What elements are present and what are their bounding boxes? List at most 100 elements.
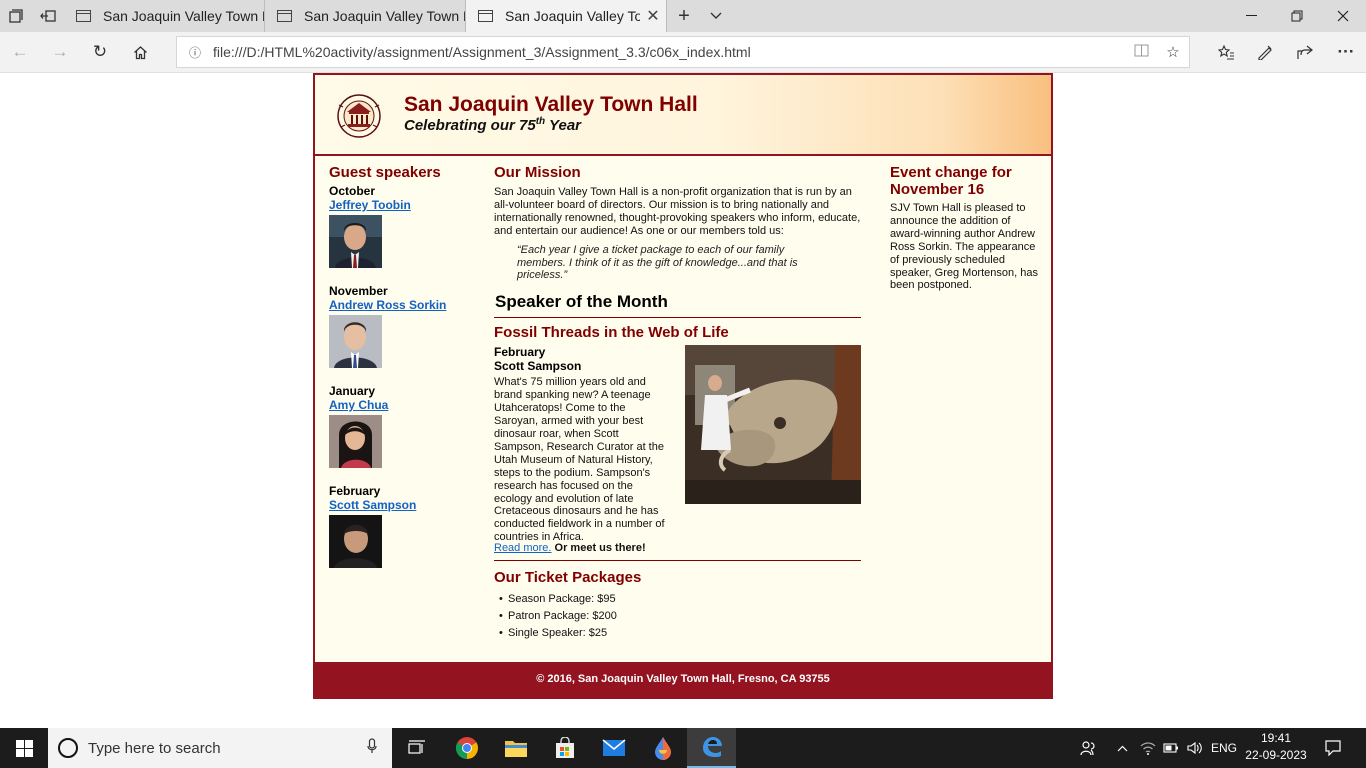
site-footer: © 2016, San Joaquin Valley Town Hall, Fr… [315,662,1051,697]
browser-tab-2[interactable]: San Joaquin Valley Town Ha [265,0,466,32]
close-window-icon[interactable] [1320,0,1366,32]
speaker-item: October Jeffrey Toobin [329,184,479,273]
refresh-icon[interactable]: ↻ [80,32,120,72]
page-icon [277,10,292,22]
speaker-photo[interactable] [329,515,382,568]
guest-speakers-sidebar: Guest speakers October Jeffrey Toobin No… [329,164,479,584]
notification-center-icon[interactable] [1318,728,1348,768]
read-more-line: Read more. Or meet us there! [494,542,646,554]
tab-bar: San Joaquin Valley Town Ha San Joaquin V… [0,0,1366,32]
speaker-link[interactable]: Jeffrey Toobin [329,198,479,212]
page-icon [76,10,91,22]
info-icon[interactable]: ⓘ [177,44,213,61]
home-icon[interactable] [120,32,160,72]
ticket-package-item: Single Speaker: $25 [494,625,861,642]
volume-icon[interactable] [1184,728,1206,768]
mission-text: San Joaquin Valley Town Hall is a non-pr… [494,186,861,237]
paint-drop-icon[interactable] [638,728,687,768]
show-hidden-icons-chevron-icon[interactable] [1112,728,1132,768]
mission-heading: Our Mission [494,164,581,181]
speaker-link[interactable]: Andrew Ross Sorkin [329,298,479,312]
speaker-month: October [329,184,376,198]
tab-actions-icon[interactable] [0,0,32,32]
address-bar[interactable]: ⓘ file:///D:/HTML%20activity/assignment/… [176,36,1190,68]
speaker-of-month-heading: Speaker of the Month [494,292,861,319]
reading-view-icon[interactable] [1125,44,1157,61]
member-quote: “Each year I give a ticket package to ea… [517,243,798,282]
windows-start-icon[interactable] [0,728,48,768]
task-view-icon[interactable] [392,728,441,768]
speaker-link[interactable]: Amy Chua [329,398,479,412]
people-icon[interactable] [1072,728,1104,768]
windows-taskbar: Type here to search ENG 19:41 22-09-2023 [0,728,1366,768]
browser-tab-3-active[interactable]: San Joaquin Valley Town ✕ [466,0,667,32]
favorites-list-icon[interactable] [1206,32,1246,72]
more-menu-icon[interactable]: ··· [1326,32,1366,72]
site-title: San Joaquin Valley Town Hall [404,93,698,116]
page-icon [478,10,493,22]
tagline-number: 75 [519,117,536,134]
speaker-item: February Scott Sampson [329,484,479,573]
chevron-down-icon[interactable] [700,0,732,32]
event-change-text: SJV Town Hall is pleased to announce the… [890,202,1038,292]
speaker-photo[interactable] [329,315,382,368]
taskbar-search-box[interactable]: Type here to search [48,728,392,768]
share-icon[interactable] [1285,32,1325,72]
navigation-bar: ← → ↻ ⓘ file:///D:/HTML%20activity/assig… [0,32,1366,73]
url-text[interactable]: file:///D:/HTML%20activity/assignment/As… [213,44,1125,60]
chrome-icon[interactable] [442,728,491,768]
speaker-item: January Amy Chua [329,384,479,473]
ticket-packages-list: Season Package: $95 Patron Package: $200… [494,591,861,642]
dinosaur-skull-photo [685,345,861,505]
speaker-photo[interactable] [329,215,382,268]
speaker-month: February [329,484,381,498]
battery-icon[interactable] [1161,728,1181,768]
speaker-month: November [329,284,388,298]
tagline-superscript: th [535,116,546,127]
section-divider [494,560,861,562]
favorite-star-icon[interactable]: ☆ [1157,43,1189,61]
language-indicator[interactable]: ENG [1208,728,1240,768]
forward-arrow-icon[interactable]: → [40,32,80,72]
feature-description: What's 75 million years old and brand sp… [494,376,665,544]
minimize-icon[interactable] [1228,0,1274,32]
ticket-package-item: Season Package: $95 [494,591,861,608]
cortana-icon [58,738,78,758]
main-content: Our Mission San Joaquin Valley Town Hall… [494,164,861,642]
speaker-photo[interactable] [329,415,382,468]
back-arrow-icon[interactable]: ← [0,32,40,72]
meet-us-text: Or meet us there! [551,542,646,555]
read-more-link[interactable]: Read more. [494,542,551,554]
clock-time: 19:41 [1260,731,1292,745]
set-tabs-aside-icon[interactable] [32,0,64,32]
new-tab-icon[interactable]: + [668,0,700,32]
event-change-aside: Event change for November 16 SJV Town Ha… [890,164,1042,292]
microsoft-store-icon[interactable] [540,728,589,768]
wifi-icon[interactable] [1136,728,1160,768]
speaker-item: November Andrew Ross Sorkin [329,284,479,373]
close-tab-icon[interactable]: ✕ [640,6,666,26]
mail-icon[interactable] [589,728,638,768]
edge-browser-icon[interactable] [687,728,736,768]
file-explorer-icon[interactable] [491,728,540,768]
tab-title: San Joaquin Valley Town [505,8,640,24]
clock-date: 22-09-2023 [1245,748,1307,762]
restore-icon[interactable] [1274,0,1320,32]
event-change-heading: Event change for November 16 [890,164,1012,198]
speaker-link[interactable]: Scott Sampson [329,498,479,512]
browser-tab-1[interactable]: San Joaquin Valley Town Ha [64,0,265,32]
page-viewport: San Joaquin Valley Town Hall Celebrating… [0,73,1366,728]
microphone-icon[interactable] [352,738,392,758]
site-tagline: Celebrating our 75th Year [404,116,582,134]
pen-notes-icon[interactable] [1245,32,1285,72]
tab-title: San Joaquin Valley Town Ha [304,8,465,24]
guest-speakers-heading: Guest speakers [329,164,441,181]
ticket-packages-heading: Our Ticket Packages [494,569,642,587]
featured-speaker: February Scott Sampson What's 75 million… [494,345,861,555]
feature-title: Fossil Threads in the Web of Life [494,324,729,342]
site-header: San Joaquin Valley Town Hall Celebrating… [315,75,1051,156]
page-container: San Joaquin Valley Town Hall Celebrating… [313,73,1053,699]
town-hall-logo [337,94,381,138]
system-clock[interactable]: 19:41 22-09-2023 [1244,730,1308,764]
speaker-month: January [329,384,376,398]
